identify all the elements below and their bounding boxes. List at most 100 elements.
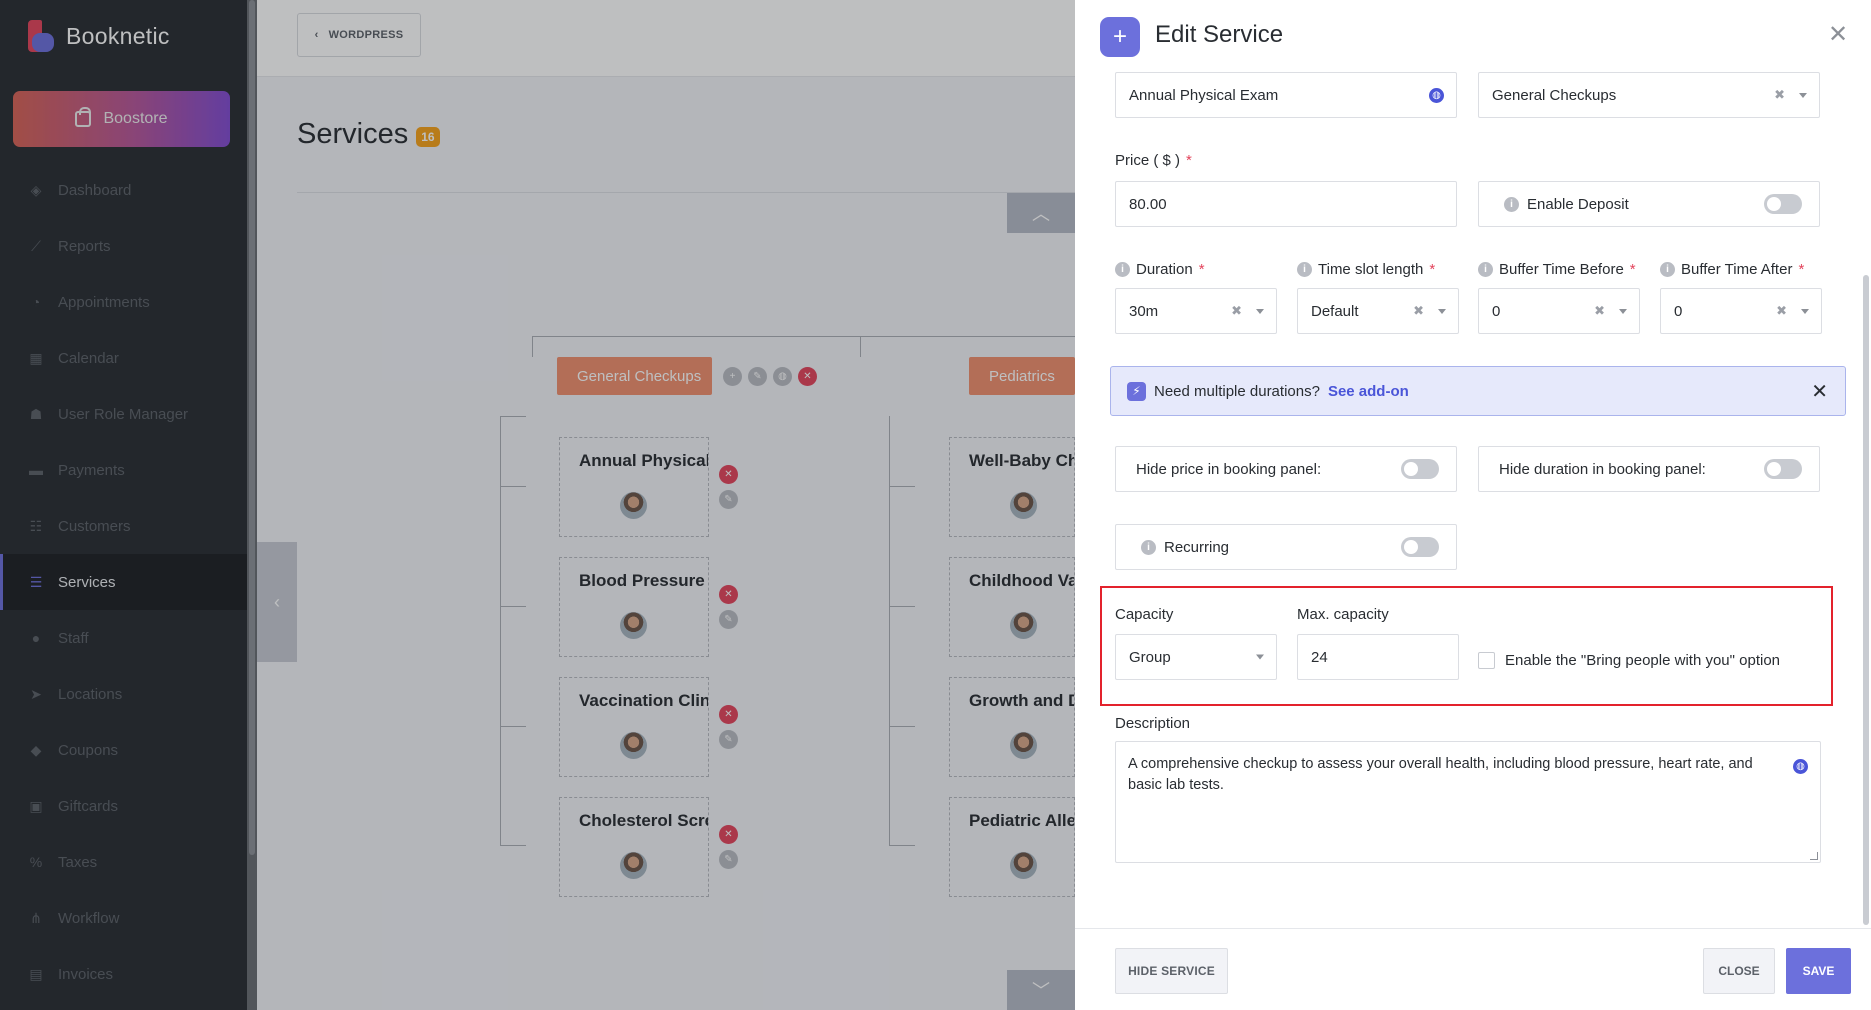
service-card[interactable]: Annual Physical Exam	[559, 437, 709, 537]
select-controls: ✖	[1774, 87, 1807, 103]
sidebar-item-invoices[interactable]: ▤ Invoices	[0, 946, 247, 1002]
edit-icon[interactable]: ✎	[719, 730, 738, 749]
sidebar-scrollbar-thumb[interactable]	[249, 0, 255, 855]
service-card[interactable]: Cholesterol Screening	[559, 797, 709, 897]
boostore-label: Boostore	[103, 110, 168, 127]
category-general-checkups[interactable]: General Checkups	[557, 357, 712, 395]
max-capacity-value: 24	[1311, 648, 1328, 666]
scroll-down-button[interactable]: ﹀	[1007, 970, 1075, 1010]
service-name-input[interactable]: Annual Physical Exam ◍	[1115, 72, 1457, 118]
sidebar-item-taxes[interactable]: % Taxes	[0, 834, 247, 890]
service-card[interactable]: Well-Baby Checkup	[949, 437, 1075, 537]
service-card[interactable]: Blood Pressure Check	[559, 557, 709, 657]
duration-label-text: Duration	[1136, 261, 1193, 278]
sidebar-item-user-role-manager[interactable]: ☗ User Role Manager	[0, 386, 247, 442]
hide-duration-field: Hide duration in booking panel:	[1478, 446, 1820, 492]
hide-price-toggle[interactable]	[1401, 459, 1439, 479]
description-textarea[interactable]: A comprehensive checkup to assess your o…	[1115, 741, 1821, 863]
sidebar-item-staff[interactable]: ● Staff	[0, 610, 247, 666]
buffer-after-value: 0	[1674, 302, 1683, 320]
resize-handle[interactable]	[1810, 852, 1818, 860]
deposit-toggle[interactable]	[1764, 194, 1802, 214]
delete-icon[interactable]: ✕	[719, 465, 738, 484]
sidebar-scrollbar[interactable]	[247, 0, 257, 1010]
delete-icon[interactable]: ✕	[719, 705, 738, 724]
recurring-toggle[interactable]	[1401, 537, 1439, 557]
capacity-value: Group	[1129, 648, 1171, 666]
delete-icon[interactable]: ✕	[719, 585, 738, 604]
edit-icon[interactable]: ✎	[719, 850, 738, 869]
percent-icon: %	[29, 854, 43, 870]
edit-icon[interactable]: ✎	[748, 367, 767, 386]
hide-duration-toggle[interactable]	[1764, 459, 1802, 479]
panel-scrollbar[interactable]	[1862, 75, 1871, 930]
clear-icon[interactable]: ✖	[1413, 303, 1424, 319]
sidebar-item-giftcards[interactable]: ▣ Giftcards	[0, 778, 247, 834]
bring-people-checkbox[interactable]	[1478, 652, 1495, 669]
lightning-icon: ⚡	[1127, 381, 1146, 401]
sidebar-item-dashboard[interactable]: ◈ Dashboard	[0, 162, 247, 218]
see-addon-link[interactable]: See add-on	[1328, 383, 1409, 400]
clear-icon[interactable]: ✖	[1776, 303, 1787, 319]
service-name: Pediatric Allergy	[969, 811, 1074, 830]
sidebar-item-customers[interactable]: ☷ Customers	[0, 498, 247, 554]
service-card[interactable]: Pediatric Allergy	[949, 797, 1075, 897]
service-card[interactable]: Childhood Vaccinations	[949, 557, 1075, 657]
buffer-before-select[interactable]: 0 ✖	[1478, 288, 1640, 334]
duration-select[interactable]: 30m ✖	[1115, 288, 1277, 334]
chevron-down-icon[interactable]	[1619, 308, 1627, 314]
shopping-bag-icon	[75, 107, 92, 127]
timeslot-select[interactable]: Default ✖	[1297, 288, 1459, 334]
description-label: Description	[1115, 715, 1191, 732]
chevron-down-icon[interactable]	[1256, 654, 1264, 660]
service-card[interactable]: Vaccination Clinic	[559, 677, 709, 777]
price-input[interactable]: 80.00	[1115, 181, 1457, 227]
brand-logo[interactable]: Booknetic	[28, 20, 170, 52]
sidebar-item-locations[interactable]: ➤ Locations	[0, 666, 247, 722]
edit-icon[interactable]: ✎	[719, 610, 738, 629]
globe-icon[interactable]: ◍	[1793, 759, 1808, 774]
panel-scrollbar-thumb[interactable]	[1863, 275, 1869, 925]
clear-icon[interactable]: ✖	[1231, 303, 1242, 319]
edit-icon[interactable]: ✎	[719, 490, 738, 509]
chevron-down-icon[interactable]	[1438, 308, 1446, 314]
sidebar-item-calendar[interactable]: ▦ Calendar	[0, 330, 247, 386]
chevron-down-icon[interactable]	[1256, 308, 1264, 314]
collapse-panel-button[interactable]: ‹	[257, 542, 297, 662]
globe-icon[interactable]: ◍	[773, 367, 792, 386]
back-to-wordpress-button[interactable]: ‹ WORDPRESS	[297, 13, 421, 57]
chevron-down-icon[interactable]	[1801, 308, 1809, 314]
service-card[interactable]: Growth and Development	[949, 677, 1075, 777]
category-pediatrics[interactable]: Pediatrics	[969, 357, 1075, 395]
sidebar-item-workflow[interactable]: ⋔ Workflow	[0, 890, 247, 946]
clear-icon[interactable]: ✖	[1594, 303, 1605, 319]
staff-avatar	[620, 492, 647, 519]
boostore-button[interactable]: Boostore	[13, 91, 230, 147]
service-name: Annual Physical Exam	[579, 451, 709, 470]
capacity-select[interactable]: Group	[1115, 634, 1277, 680]
buffer-after-select[interactable]: 0 ✖	[1660, 288, 1822, 334]
service-name: Blood Pressure Check	[579, 571, 708, 590]
category-select[interactable]: General Checkups ✖	[1478, 72, 1820, 118]
add-icon[interactable]: +	[723, 367, 742, 386]
duration-label: i Duration *	[1115, 261, 1205, 278]
delete-icon[interactable]: ✕	[798, 367, 817, 386]
hide-service-button[interactable]: HIDE SERVICE	[1115, 948, 1228, 994]
max-capacity-input[interactable]: 24	[1297, 634, 1459, 680]
sidebar-item-label: Workflow	[58, 909, 120, 927]
sidebar-item-coupons[interactable]: ◆ Coupons	[0, 722, 247, 778]
clear-icon[interactable]: ✖	[1774, 87, 1785, 103]
sidebar-item-payments[interactable]: ▬ Payments	[0, 442, 247, 498]
delete-icon[interactable]: ✕	[719, 825, 738, 844]
scroll-up-button[interactable]: ︿	[1007, 193, 1075, 233]
close-icon[interactable]: ✕	[1828, 20, 1848, 49]
sidebar-item-services[interactable]: ☰ Services	[0, 554, 247, 610]
hide-price-label: Hide price in booking panel:	[1136, 460, 1322, 478]
save-button[interactable]: SAVE	[1786, 948, 1851, 994]
globe-icon[interactable]: ◍	[1429, 88, 1444, 103]
sidebar-item-reports[interactable]: ⟋ Reports	[0, 218, 247, 274]
sidebar-item-appointments[interactable]: ◔ Appointments	[0, 274, 247, 330]
close-icon[interactable]: ✕	[1811, 379, 1828, 404]
chevron-down-icon[interactable]	[1799, 92, 1807, 98]
close-button[interactable]: CLOSE	[1703, 948, 1775, 994]
